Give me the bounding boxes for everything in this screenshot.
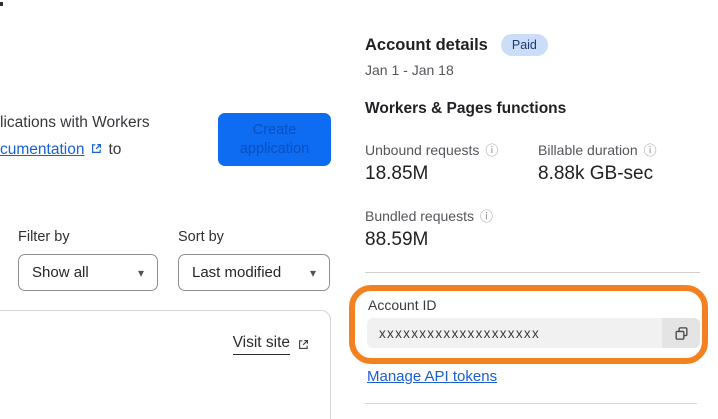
sort-dropdown-value: Last modified: [192, 264, 282, 281]
create-application-button[interactable]: Create application: [218, 113, 331, 166]
intro-line1: lications with Workers: [0, 114, 150, 131]
account-details-title: Account details: [365, 35, 488, 54]
metric-value: 88.59M: [365, 229, 429, 250]
workers-pages-dashboard: lications with Workers cumentation to Cr…: [0, 0, 718, 419]
metric-label-text: Billable duration: [538, 142, 638, 158]
account-details-header: Account details Paid: [365, 34, 548, 56]
intro-line2: cumentation to: [0, 136, 150, 163]
divider: [365, 403, 697, 404]
sort-by-label: Sort by: [178, 229, 224, 245]
filter-dropdown[interactable]: Show all ▾: [18, 254, 158, 291]
metric-label: Unbound requests ⓘ: [365, 142, 498, 158]
manage-api-tokens-link[interactable]: Manage API tokens: [367, 368, 497, 385]
metric-label: Billable duration ⓘ: [538, 142, 657, 158]
metric-value: 8.88k GB-sec: [538, 163, 654, 184]
account-id-input[interactable]: [367, 318, 662, 348]
external-link-icon: [90, 142, 103, 155]
functions-section-title: Workers & Pages functions: [365, 100, 567, 117]
filter-dropdown-value: Show all: [32, 264, 89, 281]
account-id-field-group: [367, 318, 700, 348]
metric-billable-duration: Billable duration ⓘ 8.88k GB-sec: [538, 142, 657, 185]
metric-label-text: Bundled requests: [365, 208, 474, 224]
documentation-link[interactable]: cumentation: [0, 136, 84, 163]
plan-badge: Paid: [500, 34, 548, 56]
account-id-label: Account ID: [368, 297, 437, 313]
info-icon[interactable]: ⓘ: [480, 210, 493, 223]
metric-value: 18.85M: [365, 163, 429, 184]
external-link-icon: [297, 338, 310, 351]
metric-unbound-requests: Unbound requests ⓘ 18.85M: [365, 142, 498, 185]
metric-label-text: Unbound requests: [365, 142, 480, 158]
intro-text: lications with Workers cumentation to: [0, 109, 150, 163]
copy-button[interactable]: [662, 318, 700, 348]
date-range: Jan 1 - Jan 18: [365, 62, 454, 78]
info-icon[interactable]: ⓘ: [644, 144, 657, 157]
chevron-down-icon: ▾: [309, 265, 316, 280]
chevron-down-icon: ▾: [137, 265, 144, 280]
site-card: Visit site: [0, 310, 331, 419]
metric-label: Bundled requests ⓘ: [365, 208, 493, 224]
visit-site-link[interactable]: Visit site: [232, 334, 310, 355]
metric-bundled-requests: Bundled requests ⓘ 88.59M: [365, 208, 493, 251]
intro-line2-suffix: to: [108, 141, 122, 158]
visit-site-label: Visit site: [232, 334, 290, 355]
info-icon[interactable]: ⓘ: [485, 144, 498, 157]
copy-icon: [674, 326, 689, 341]
screen-edge-artifact: [0, 2, 3, 6]
divider: [365, 272, 700, 273]
sort-dropdown[interactable]: Last modified ▾: [178, 254, 330, 291]
filter-by-label: Filter by: [18, 229, 70, 245]
